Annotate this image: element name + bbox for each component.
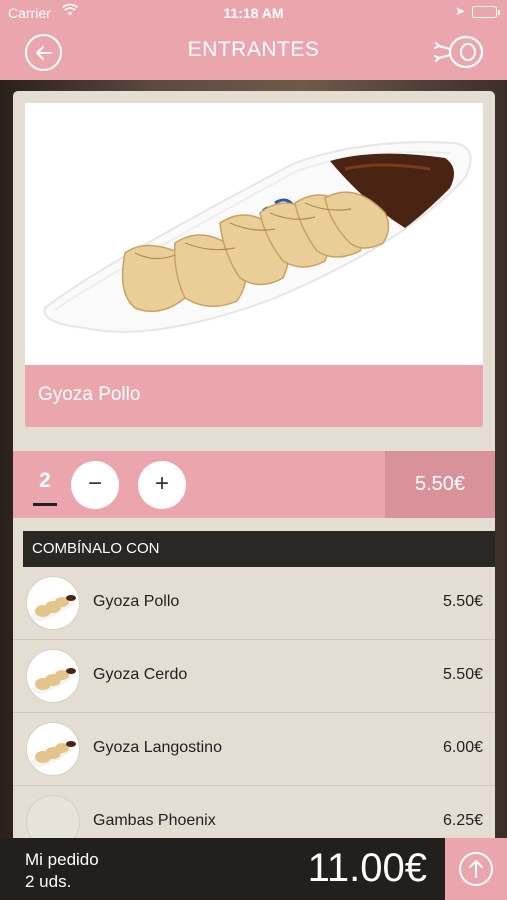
location-icon: ➤ xyxy=(454,4,465,18)
list-item[interactable]: Gyoza Pollo 5.50€ xyxy=(13,567,495,640)
item-price: 6.25€ xyxy=(442,812,483,829)
item-name: Gambas Phoenix xyxy=(93,812,216,829)
product-name: Gyoza Pollo xyxy=(38,384,141,405)
product-name-band: Gyoza Pollo xyxy=(25,365,483,427)
quantity-underline xyxy=(33,503,57,506)
combine-list: Gyoza Pollo 5.50€ Gyoza Cerdo 5.50€ Gyoz… xyxy=(13,567,495,838)
product-card: Gyoza Pollo 2 − + 5.50€ COMBÍNALO CON Gy… xyxy=(13,91,495,838)
item-name: Gyoza Cerdo xyxy=(93,666,188,683)
order-label: Mi pedido xyxy=(25,850,99,869)
battery-icon xyxy=(472,6,500,18)
item-thumbnail xyxy=(26,722,80,776)
combine-section-header: COMBÍNALO CON xyxy=(23,531,495,567)
clock: 11:18 AM xyxy=(223,5,284,21)
quantity-bar: 2 − + 5.50€ xyxy=(13,451,495,518)
item-thumbnail xyxy=(26,649,80,703)
order-total: 11.00€ xyxy=(307,846,427,890)
increase-quantity-button[interactable]: + xyxy=(138,461,186,509)
quantity-value: 2 xyxy=(39,469,51,492)
arrow-up-circle-icon xyxy=(459,852,493,886)
product-photo xyxy=(25,103,483,365)
item-price: 5.50€ xyxy=(442,666,483,683)
page-title: ENTRANTES xyxy=(187,38,320,61)
top-bar: Carrier 11:18 AM ➤ ENTRANTES xyxy=(0,0,507,80)
status-bar: Carrier 11:18 AM ➤ xyxy=(0,0,507,26)
item-name: Gyoza Pollo xyxy=(93,593,180,610)
item-price: 6.00€ xyxy=(442,739,483,756)
order-count: 2 uds. xyxy=(25,872,72,891)
decrease-quantity-button[interactable]: − xyxy=(71,461,119,509)
product-price: 5.50€ xyxy=(385,451,495,518)
item-thumbnail xyxy=(26,576,80,630)
item-thumbnail xyxy=(26,795,80,838)
list-item[interactable]: Gambas Phoenix 6.25€ xyxy=(13,786,495,838)
item-price: 5.50€ xyxy=(442,593,483,610)
order-footer: Mi pedido 2 uds. 11.00€ xyxy=(0,838,507,900)
list-item[interactable]: Gyoza Langostino 6.00€ xyxy=(13,713,495,786)
open-order-button[interactable] xyxy=(445,838,507,900)
list-item[interactable]: Gyoza Cerdo 5.50€ xyxy=(13,640,495,713)
ham-icon[interactable] xyxy=(433,34,485,70)
item-name: Gyoza Langostino xyxy=(93,739,222,756)
